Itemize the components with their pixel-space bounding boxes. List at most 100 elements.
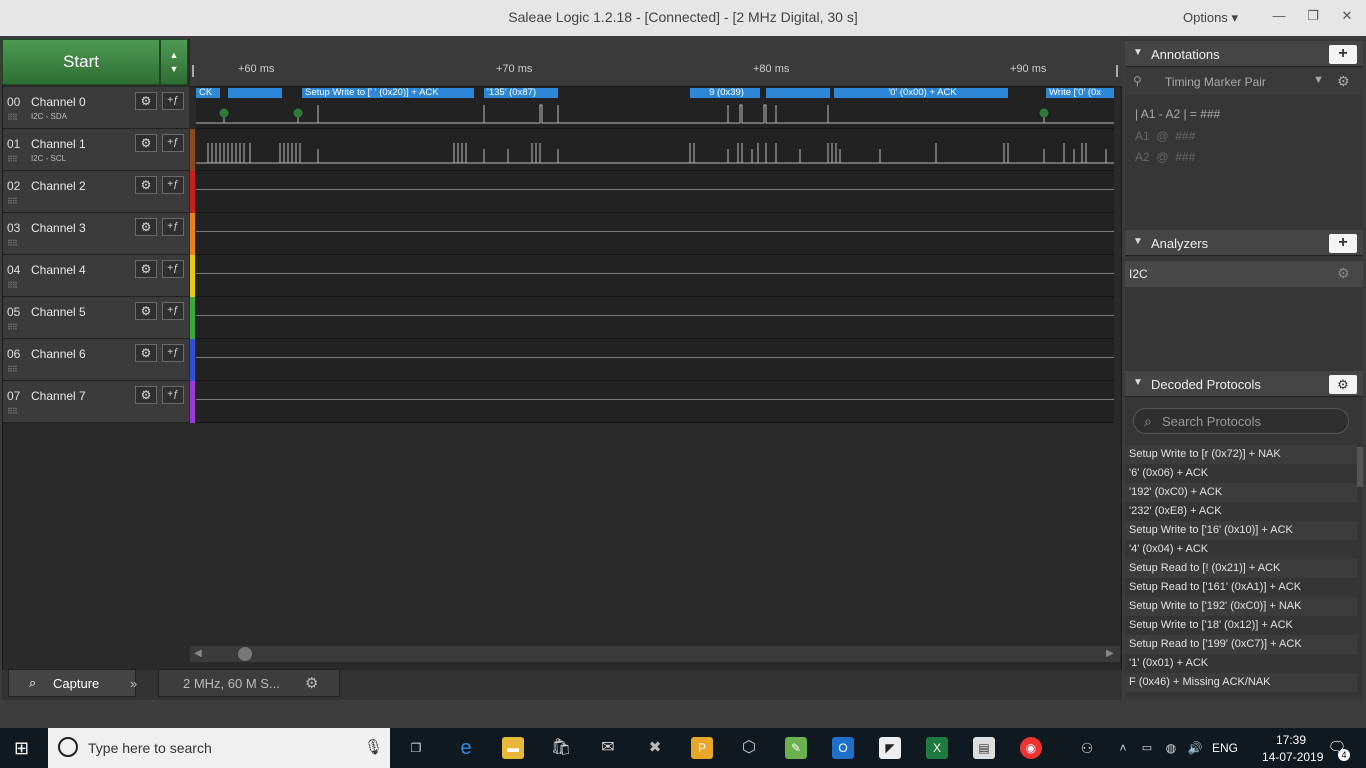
- file-explorer-icon[interactable]: ▬: [502, 737, 524, 759]
- protocol-bubble[interactable]: [228, 88, 282, 98]
- drag-handle-icon[interactable]: ⠿⠿: [7, 365, 18, 374]
- clock-date[interactable]: 14-07-2019: [1262, 750, 1323, 764]
- list-item[interactable]: Setup Write to [r (0x72)] + NAK: [1125, 445, 1357, 464]
- scroll-right-icon[interactable]: ▶: [1106, 648, 1114, 659]
- add-annotation-icon[interactable]: +ƒ: [162, 134, 184, 152]
- list-item[interactable]: '6' (0x06) + ACK: [1125, 464, 1357, 483]
- drag-handle-icon[interactable]: ⠿⠿: [7, 281, 18, 290]
- channel-settings-gear-icon[interactable]: ⚙: [135, 344, 157, 362]
- chrome-icon[interactable]: ◉: [1020, 737, 1042, 759]
- decoded-protocol-list[interactable]: Setup Write to [r (0x72)] + NAK '6' (0x0…: [1125, 445, 1363, 697]
- chevron-up-icon[interactable]: ˄: [1112, 737, 1134, 759]
- add-annotation-icon[interactable]: +ƒ: [162, 218, 184, 236]
- list-item[interactable]: Setup Write to ['18' (0x12)] + ACK: [1125, 616, 1357, 635]
- battery-icon[interactable]: ▭: [1136, 737, 1158, 759]
- channel-name[interactable]: Channel 5: [31, 305, 86, 319]
- notes-app-icon[interactable]: ✎: [785, 737, 807, 759]
- list-item[interactable]: '1' (0x01) + ACK: [1125, 654, 1357, 673]
- add-annotation-icon[interactable]: +ƒ: [162, 92, 184, 110]
- channel-settings-gear-icon[interactable]: ⚙: [135, 218, 157, 236]
- drag-handle-icon[interactable]: ⠿⠿: [7, 407, 18, 416]
- channel-row-3[interactable]: 03 ⠿⠿ Channel 3 ⚙ +ƒ: [3, 213, 195, 255]
- gear-icon[interactable]: ⚙: [305, 674, 318, 692]
- waveform-channel-6[interactable]: [196, 339, 1114, 381]
- decoded-settings-gear-icon[interactable]: ⚙: [1329, 375, 1357, 394]
- protocol-bubble[interactable]: CK: [196, 88, 220, 98]
- start-button[interactable]: Start: [2, 39, 160, 85]
- channel-settings-gear-icon[interactable]: ⚙: [135, 386, 157, 404]
- add-annotation-icon[interactable]: +ƒ: [162, 344, 184, 362]
- list-item[interactable]: Setup Write to ['16' (0x10)] + ACK: [1125, 521, 1357, 540]
- scroll-left-icon[interactable]: ◀: [194, 648, 202, 659]
- channel-name[interactable]: Channel 1: [31, 137, 86, 151]
- protocol-bubble[interactable]: 9 (0x39): [690, 88, 760, 98]
- timing-marker-row[interactable]: ⚲ Timing Marker Pair ▼ ⚙: [1125, 69, 1363, 95]
- channel-name[interactable]: Channel 0: [31, 95, 86, 109]
- drag-handle-icon[interactable]: ⠿⠿: [7, 113, 18, 122]
- add-analyzer-button[interactable]: +: [1329, 234, 1357, 253]
- start-options-button[interactable]: ▲ ▼: [160, 39, 188, 85]
- waveform-channel-1[interactable]: [196, 129, 1114, 171]
- protocol-bubble[interactable]: Setup Write to [' ' (0x20)] + ACK: [302, 88, 474, 98]
- channel-settings-gear-icon[interactable]: ⚙: [135, 92, 157, 110]
- presentation-app-icon[interactable]: P: [691, 737, 713, 759]
- channel-settings-gear-icon[interactable]: ⚙: [135, 260, 157, 278]
- gear-icon[interactable]: ⚙: [1337, 73, 1350, 90]
- collapse-triangle-icon[interactable]: ▼: [1133, 47, 1143, 58]
- minimize-button[interactable]: —: [1264, 4, 1294, 28]
- add-annotation-icon[interactable]: +ƒ: [162, 176, 184, 194]
- waveform-channel-4[interactable]: [196, 255, 1114, 297]
- list-scrollbar[interactable]: [1357, 447, 1363, 487]
- list-item[interactable]: F (0x46) + Missing ACK/NAK: [1125, 673, 1357, 692]
- analyzers-header[interactable]: ▼ Analyzers +: [1125, 230, 1363, 256]
- drag-handle-icon[interactable]: ⠿⠿: [7, 239, 18, 248]
- drag-handle-icon[interactable]: ⠿⠿: [7, 323, 18, 332]
- excel-icon[interactable]: X: [926, 737, 948, 759]
- language-indicator[interactable]: ENG: [1212, 741, 1238, 755]
- waveform-channel-5[interactable]: [196, 297, 1114, 339]
- add-annotation-icon[interactable]: +ƒ: [162, 302, 184, 320]
- waveform-channel-2[interactable]: [196, 171, 1114, 213]
- taskbar-search-box[interactable]: Type here to search 🎙: [48, 728, 390, 768]
- channel-row-5[interactable]: 05 ⠿⠿ Channel 5 ⚙ +ƒ: [3, 297, 195, 339]
- people-icon[interactable]: ⚇: [1076, 737, 1098, 759]
- network-icon[interactable]: ◍: [1160, 737, 1182, 759]
- list-item[interactable]: '4' (0x04) + ACK: [1125, 540, 1357, 559]
- protocol-bubble[interactable]: '135' (0x87): [484, 88, 558, 98]
- waveform-channel-0[interactable]: CK Setup Write to [' ' (0x20)] + ACK '13…: [196, 87, 1114, 129]
- channel-row-4[interactable]: 04 ⠿⠿ Channel 4 ⚙ +ƒ: [3, 255, 195, 297]
- horizontal-scrollbar[interactable]: ◀ ▶: [190, 646, 1120, 662]
- list-item[interactable]: '192' (0xC0) + ACK: [1125, 483, 1357, 502]
- drag-handle-icon[interactable]: ⠿⠿: [7, 197, 18, 206]
- protocol-bubble[interactable]: [766, 88, 830, 98]
- capture-settings-tab[interactable]: 2 MHz, 60 M S... ⚙: [158, 669, 340, 697]
- add-annotation-button[interactable]: +: [1329, 45, 1357, 64]
- add-annotation-icon[interactable]: +ƒ: [162, 386, 184, 404]
- clock-time[interactable]: 17:39: [1276, 733, 1306, 747]
- add-annotation-icon[interactable]: +ƒ: [162, 260, 184, 278]
- channel-settings-gear-icon[interactable]: ⚙: [135, 176, 157, 194]
- close-button[interactable]: ✕: [1332, 4, 1362, 28]
- restore-button[interactable]: ❐: [1298, 4, 1328, 28]
- protocol-bubble[interactable]: '0' (0x00) + ACK: [834, 88, 1008, 98]
- gear-icon[interactable]: ⚙: [1337, 265, 1350, 282]
- channel-name[interactable]: Channel 2: [31, 179, 86, 193]
- search-protocols-input[interactable]: ⌕ Search Protocols: [1133, 408, 1349, 434]
- collapse-triangle-icon[interactable]: ▼: [1133, 377, 1143, 388]
- scroll-thumb[interactable]: [238, 647, 252, 661]
- channel-row-7[interactable]: 07 ⠿⠿ Channel 7 ⚙ +ƒ: [3, 381, 195, 423]
- channel-row-6[interactable]: 06 ⠿⠿ Channel 6 ⚙ +ƒ: [3, 339, 195, 381]
- channel-settings-gear-icon[interactable]: ⚙: [135, 302, 157, 320]
- list-item[interactable]: '232' (0xE8) + ACK: [1125, 502, 1357, 521]
- options-menu[interactable]: Options ▾: [1183, 10, 1238, 26]
- sticky-notes-icon[interactable]: ◤: [879, 737, 901, 759]
- edge-icon[interactable]: e: [455, 737, 477, 759]
- saleae-logic-icon[interactable]: ▤: [973, 737, 995, 759]
- expand-tabs-icon[interactable]: »: [130, 676, 137, 691]
- waveform-channel-7[interactable]: [196, 381, 1114, 423]
- analyzer-item[interactable]: I2C ⚙: [1125, 261, 1363, 287]
- collapse-triangle-icon[interactable]: ▼: [1133, 236, 1143, 247]
- channel-settings-gear-icon[interactable]: ⚙: [135, 134, 157, 152]
- capture-tab[interactable]: ⌕ Capture: [8, 669, 136, 697]
- list-item[interactable]: Setup Write to ['192' (0xC0)] + NAK: [1125, 597, 1357, 616]
